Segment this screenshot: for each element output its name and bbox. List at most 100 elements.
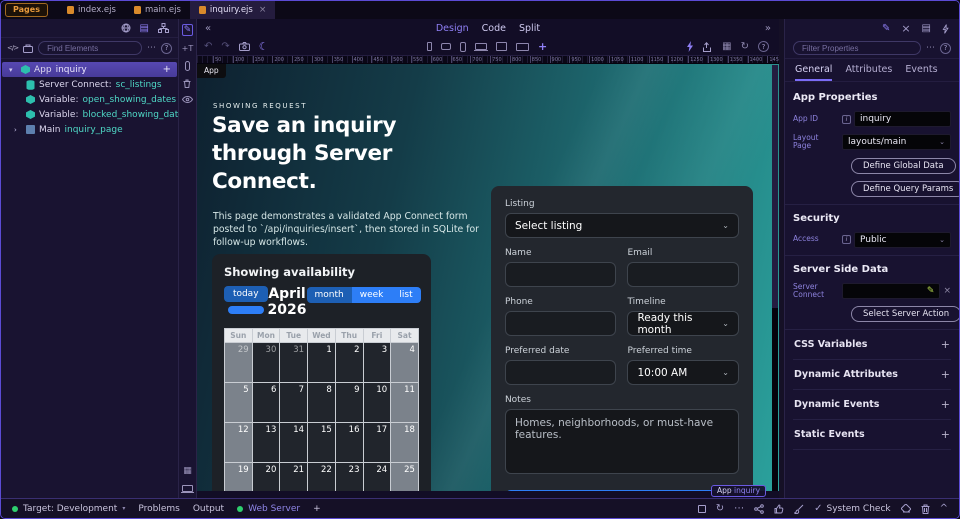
share-icon[interactable] xyxy=(703,42,713,52)
thumbs-up-icon[interactable] xyxy=(774,504,784,514)
calendar-day-cell[interactable]: 16 xyxy=(336,423,363,462)
section-static-events[interactable]: Static Events+ xyxy=(793,420,951,450)
server-connect-input[interactable]: ✎ xyxy=(842,283,940,299)
eraser-icon[interactable] xyxy=(901,504,911,513)
app-id-input[interactable]: inquiry xyxy=(854,111,951,127)
tab-attributes[interactable]: Attributes xyxy=(845,64,892,81)
expand-icon[interactable]: + xyxy=(941,398,950,411)
tab-general[interactable]: General xyxy=(795,64,832,81)
collapse-right-icon[interactable]: » xyxy=(765,23,771,34)
dark-mode-icon[interactable]: ☾ xyxy=(259,40,269,53)
calendar-day-cell[interactable]: 30 xyxy=(253,343,280,382)
section-css-variables[interactable]: CSS Variables+ xyxy=(793,330,951,360)
trash-icon[interactable] xyxy=(921,504,930,514)
collapse-left-icon[interactable]: « xyxy=(205,23,211,34)
device-desktop-icon[interactable] xyxy=(496,42,507,51)
stack-icon[interactable]: ▤ xyxy=(922,23,931,34)
section-dynamic-attributes[interactable]: Dynamic Attributes+ xyxy=(793,360,951,390)
calendar-card[interactable]: Showing availability today April 2026 mo… xyxy=(212,254,431,491)
page-description[interactable]: This page demonstrates a validated App C… xyxy=(213,210,481,250)
edit-properties-icon[interactable]: ✎ xyxy=(882,23,890,34)
calendar-day-cell[interactable]: 10 xyxy=(364,383,391,422)
calendar-view-month[interactable]: month xyxy=(307,287,352,303)
page-eyebrow[interactable]: SHOWING REQUEST xyxy=(213,102,307,110)
refresh-icon[interactable]: ↻ xyxy=(741,41,749,52)
calendar-day-cell[interactable]: 21 xyxy=(280,463,307,491)
web-server-button[interactable]: Web Server xyxy=(237,504,300,514)
design-viewport[interactable]: App SHOWING REQUEST Save an inquiry thro… xyxy=(197,64,779,491)
calendar-day-cell[interactable]: 11 xyxy=(391,383,418,422)
calendar-day-cell[interactable]: 18 xyxy=(391,423,418,462)
filter-properties-input[interactable] xyxy=(793,41,921,55)
calendar-day-cell[interactable]: 29 xyxy=(225,343,252,382)
calendar-day-cell[interactable]: 3 xyxy=(364,343,391,382)
collapse-statusbar-icon[interactable]: ^ xyxy=(940,503,948,514)
preferred-time-select[interactable]: 10:00 AM ⌄ xyxy=(627,360,739,385)
tree-item-app[interactable]: ▾ App inquiry + xyxy=(2,62,177,77)
scrollbar-thumb[interactable] xyxy=(772,308,778,491)
calendar-day-cell[interactable]: 4 xyxy=(391,343,418,382)
tree-item-main[interactable]: › Main inquiry_page xyxy=(1,122,178,137)
tab-main-ejs[interactable]: main.ejs xyxy=(125,1,190,19)
email-field[interactable] xyxy=(627,262,739,287)
calendar-day-cell[interactable]: 17 xyxy=(364,423,391,462)
calendar-today-button[interactable]: today xyxy=(224,286,268,302)
mode-design[interactable]: Design xyxy=(436,23,469,34)
chevron-right-icon[interactable]: › xyxy=(14,126,22,134)
access-select[interactable]: Public ⌄ xyxy=(854,232,951,248)
calendar-day-cell[interactable]: 8 xyxy=(308,383,335,422)
tree-item-server-connect[interactable]: Server Connect: sc_listings xyxy=(1,77,178,92)
close-icon[interactable]: × xyxy=(259,5,267,15)
more-icon[interactable]: ⋯ xyxy=(734,503,744,514)
components-icon[interactable] xyxy=(23,44,33,53)
device-laptop-icon[interactable] xyxy=(475,43,487,50)
target-selector[interactable]: Target: Development ▾ xyxy=(12,504,125,514)
screenshot-icon[interactable] xyxy=(239,42,250,51)
tab-inquiry-ejs[interactable]: inquiry.ejs × xyxy=(190,1,275,19)
calendar-view-week[interactable]: week xyxy=(352,287,392,303)
layout-page-select[interactable]: layouts/main ⌄ xyxy=(842,134,951,150)
calendar-day-cell[interactable]: 20 xyxy=(253,463,280,491)
calendar-day-cell[interactable]: 12 xyxy=(225,423,252,462)
help-icon[interactable]: ? xyxy=(161,43,172,54)
edit-tool-icon[interactable]: ✎ xyxy=(182,24,194,36)
calendar-day-cell[interactable]: 14 xyxy=(280,423,307,462)
calendar-day-cell[interactable]: 5 xyxy=(225,383,252,422)
help-icon[interactable]: ? xyxy=(758,41,769,52)
info-icon[interactable]: i xyxy=(842,235,851,244)
calendar-day-cell[interactable]: 2 xyxy=(336,343,363,382)
section-dynamic-events[interactable]: Dynamic Events+ xyxy=(793,390,951,420)
name-field[interactable] xyxy=(505,262,617,287)
lightning-icon[interactable] xyxy=(942,24,949,34)
preferred-date-field[interactable] xyxy=(505,360,617,385)
more-icon[interactable]: ⋯ xyxy=(147,43,156,53)
lightning-icon[interactable] xyxy=(686,41,694,52)
pages-badge[interactable]: Pages xyxy=(5,3,48,17)
find-elements-input[interactable] xyxy=(38,41,142,55)
select-server-action-button[interactable]: Select Server Action xyxy=(851,306,959,322)
device-preview-icon[interactable] xyxy=(182,485,193,492)
calendar-day-cell[interactable]: 19 xyxy=(225,463,252,491)
calendar-day-cell[interactable]: 22 xyxy=(308,463,335,491)
calendar-day-cell[interactable]: 13 xyxy=(253,423,280,462)
edit-icon[interactable]: ✎ xyxy=(927,286,935,296)
eyedropper-icon[interactable] xyxy=(185,61,190,71)
tree-item-variable-open[interactable]: Variable: open_showing_dates xyxy=(1,92,178,107)
more-icon[interactable]: ⋯ xyxy=(926,43,935,53)
server-stack-icon[interactable]: ▤ xyxy=(140,23,149,34)
device-phone-small-icon[interactable] xyxy=(427,42,432,51)
grid-icon[interactable]: ▦ xyxy=(722,41,731,52)
mode-code[interactable]: Code xyxy=(482,23,506,34)
output-button[interactable]: Output xyxy=(193,504,224,514)
expand-icon[interactable]: + xyxy=(941,338,950,351)
shuffle-icon[interactable]: × xyxy=(901,22,910,35)
info-icon[interactable]: i xyxy=(842,115,851,124)
device-monitor-icon[interactable] xyxy=(516,43,529,51)
calendar-day-cell[interactable]: 15 xyxy=(308,423,335,462)
calendar-day-cell[interactable]: 31 xyxy=(280,343,307,382)
expand-icon[interactable]: + xyxy=(941,428,950,441)
code-view-icon[interactable]: </> xyxy=(7,44,18,52)
phone-field[interactable] xyxy=(505,311,617,336)
refresh-icon[interactable]: ↻ xyxy=(716,503,724,514)
add-component-button[interactable]: + xyxy=(163,64,171,75)
